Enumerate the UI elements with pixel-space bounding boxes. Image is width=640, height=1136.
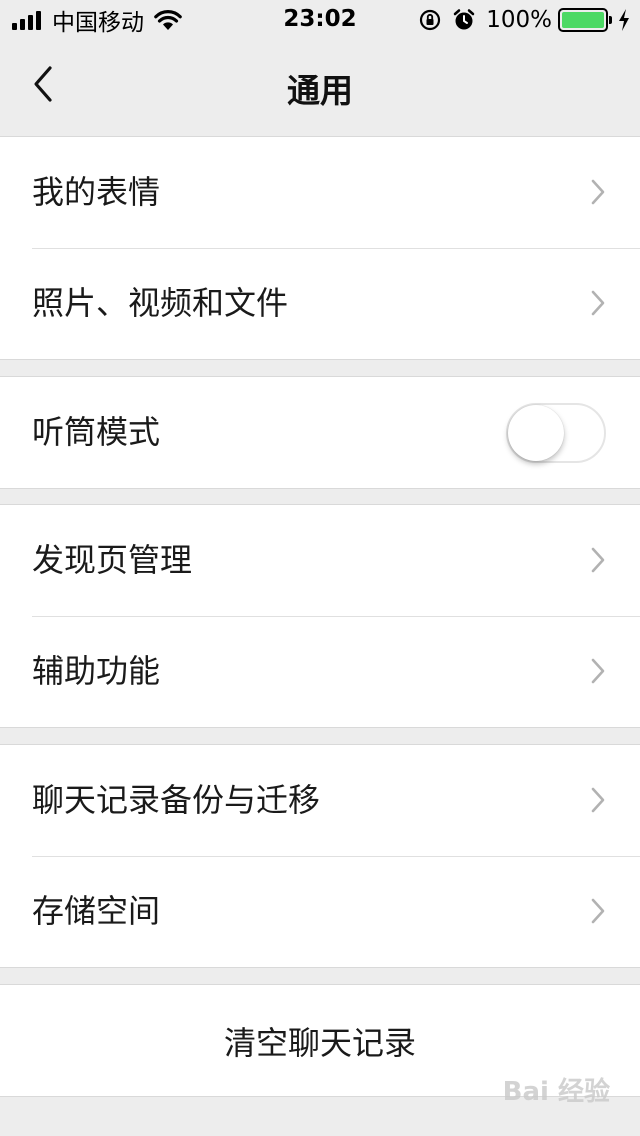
settings-group-storage: 聊天记录备份与迁移 存储空间 <box>0 744 640 968</box>
row-my-stickers[interactable]: 我的表情 <box>0 137 640 248</box>
settings-group-earpiece: 听筒模式 <box>0 376 640 489</box>
row-label: 发现页管理 <box>32 541 193 579</box>
row-label: 听筒模式 <box>32 413 161 451</box>
chevron-right-icon <box>591 787 605 813</box>
chevron-right-icon <box>591 179 605 205</box>
chevron-right-icon <box>591 547 605 573</box>
battery-percent: 100% <box>486 7 552 33</box>
chevron-right-icon <box>591 290 605 316</box>
row-storage-space[interactable]: 存储空间 <box>0 856 640 967</box>
orientation-lock-icon <box>420 9 441 31</box>
row-discover-management[interactable]: 发现页管理 <box>0 505 640 616</box>
row-earpiece-mode: 听筒模式 <box>0 377 640 488</box>
clear-chat-history-label: 清空聊天记录 <box>223 1023 416 1062</box>
page-title: 通用 <box>287 71 353 110</box>
settings-group-discover: 发现页管理 辅助功能 <box>0 504 640 728</box>
navigation-bar: 通用 <box>0 40 640 128</box>
watermark: Bai 经验 <box>502 1077 610 1107</box>
status-right: 100% <box>418 6 630 34</box>
chevron-right-icon <box>591 898 605 924</box>
alarm-icon <box>453 9 475 30</box>
row-label: 我的表情 <box>32 173 161 211</box>
row-photos-videos-files[interactable]: 照片、视频和文件 <box>0 248 640 359</box>
battery-icon <box>558 8 612 32</box>
chevron-right-icon <box>591 658 605 684</box>
earpiece-mode-toggle[interactable] <box>506 403 606 463</box>
row-label: 聊天记录备份与迁移 <box>32 781 321 819</box>
status-bar: 中国移动 23:02 100% <box>0 0 640 40</box>
toggle-knob <box>508 405 564 461</box>
settings-group-media: 我的表情 照片、视频和文件 <box>0 136 640 360</box>
row-chat-backup-migration[interactable]: 聊天记录备份与迁移 <box>0 745 640 856</box>
row-accessibility[interactable]: 辅助功能 <box>0 616 640 727</box>
charging-icon <box>619 9 629 31</box>
row-label: 照片、视频和文件 <box>32 284 289 322</box>
row-label: 存储空间 <box>32 892 161 930</box>
row-label: 辅助功能 <box>32 652 161 690</box>
